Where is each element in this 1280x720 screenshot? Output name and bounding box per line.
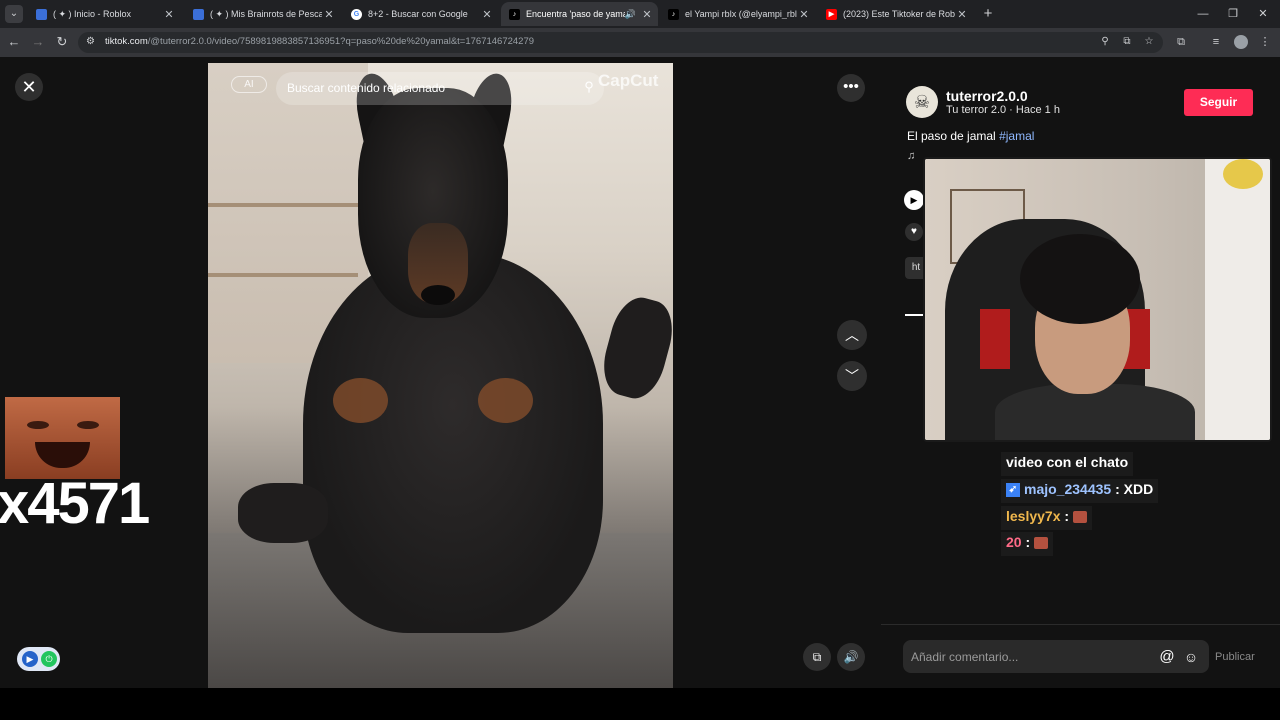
speaker-icon[interactable]: 🔊 (625, 9, 636, 20)
dog-marking (333, 378, 388, 423)
hashtag-link[interactable]: #jamal (999, 129, 1034, 143)
minimize-icon[interactable]: — (1192, 4, 1214, 24)
music-icon[interactable]: ♫ (907, 150, 915, 162)
follow-button[interactable]: Seguir (1184, 89, 1253, 116)
tab-title: 8+2 - Buscar con Google (368, 9, 468, 19)
back-icon[interactable]: ← (5, 33, 23, 51)
zoom-icon[interactable]: ⚲ (1098, 35, 1112, 49)
video-caption: El paso de jamal #jamal (907, 129, 1035, 143)
tiktok-icon: ♪ (509, 8, 520, 20)
meme-mouth (35, 442, 90, 468)
profile-avatar[interactable] (1234, 35, 1248, 49)
tab-bar: ⌄ ( ✦ ) Inicio - Roblox ✕ ( ✦ ) Mis Brai… (0, 0, 1280, 28)
close-tab-icon[interactable]: ✕ (955, 8, 969, 21)
omnibox[interactable]: ⚙ tiktok.com/@tuterror2.0.0/video/758981… (78, 32, 1163, 53)
volume-button[interactable]: 🔊 (837, 643, 865, 671)
bottom-strip (0, 688, 1280, 720)
webcam-background (1223, 159, 1263, 189)
video-background (208, 203, 358, 207)
dog-paw (238, 483, 328, 543)
author-avatar[interactable]: ☠ (906, 86, 938, 118)
address-bar: ← → ↻ ⚙ tiktok.com/@tuterror2.0.0/video/… (0, 28, 1280, 57)
active-tab-indicator (905, 314, 923, 316)
extensions-icon[interactable]: ⧉ (1172, 33, 1190, 51)
tab-tiktok-profile[interactable]: ♪ el Yampi rblx (@elyampi_rblx) | ✕ (660, 2, 815, 26)
play-icon[interactable]: ▶ (904, 190, 924, 210)
tab-roblox-home[interactable]: ( ✦ ) Inicio - Roblox ✕ (28, 2, 180, 26)
dog-marking (478, 378, 533, 423)
close-tab-icon[interactable]: ✕ (640, 8, 654, 21)
url-text[interactable]: tiktok.com/@tuterror2.0.0/video/75898198… (105, 36, 534, 47)
video-background (208, 273, 358, 277)
restore-icon[interactable]: ❐ (1222, 4, 1244, 24)
emote-icon (1034, 537, 1049, 550)
close-window-icon[interactable]: ✕ (1252, 4, 1274, 24)
tab-google[interactable]: G 8+2 - Buscar con Google ✕ (343, 2, 498, 26)
emoji-icon[interactable]: ☺ (1182, 648, 1200, 666)
media-controls-icon[interactable]: ≡ (1207, 33, 1225, 51)
capcut-watermark: CapCut (598, 71, 659, 90)
meme-eye (77, 421, 99, 429)
author-username[interactable]: tuterror2.0.0 (946, 88, 1028, 104)
heart-icon[interactable]: ♥ (905, 223, 923, 241)
webcam-background (1205, 159, 1270, 440)
tab-title: ( ✦ ) Mis Brainrots de Pesca | El (210, 8, 322, 19)
tab-youtube[interactable]: ▶ (2023) Este Tiktoker de Roblox ✕ (818, 2, 973, 26)
previous-video-button[interactable]: ︿ (837, 320, 867, 350)
install-app-icon[interactable]: ⧉ (1120, 35, 1134, 49)
webcam-person (1020, 234, 1140, 324)
author-subline: Tu terror 2.0 · Hace 1 h (946, 104, 1060, 116)
tab-roblox-game[interactable]: ( ✦ ) Mis Brainrots de Pesca | El ✕ (185, 2, 340, 26)
tab-title: ( ✦ ) Inicio - Roblox (53, 8, 132, 19)
extension-icon[interactable]: ▶ (22, 651, 38, 667)
close-tab-icon[interactable]: ✕ (797, 8, 811, 21)
chat-message: leslyy7x : (1001, 506, 1092, 530)
search-icon[interactable]: ⚲ (580, 79, 598, 97)
youtube-icon: ▶ (826, 8, 837, 20)
tab-title: (2023) Este Tiktoker de Roblox (843, 9, 955, 19)
webcam-chair (980, 309, 1010, 369)
close-tab-icon[interactable]: ✕ (480, 8, 494, 21)
publish-button[interactable]: Publicar (1215, 651, 1255, 663)
bookmark-star-icon[interactable]: ☆ (1142, 35, 1156, 49)
power-icon[interactable]: ⏻ (41, 651, 57, 667)
meme-eye (27, 421, 49, 429)
extension-widget[interactable]: ▶ ⏻ (17, 647, 60, 671)
site-info-icon[interactable]: ⚙ (86, 36, 98, 48)
tab-search-button[interactable]: ⌄ (5, 5, 23, 23)
video-player[interactable] (208, 63, 673, 688)
stream-counter: x4571 (0, 471, 150, 536)
tiktok-icon: ♪ (668, 8, 679, 20)
chat-message: video con el chato (1001, 452, 1134, 476)
roblox-icon (36, 8, 47, 20)
forward-icon[interactable]: → (29, 33, 47, 51)
tab-tiktok-search[interactable]: ♪ Encuentra 'paso de yamal' 🔊 ✕ (501, 2, 658, 26)
chat-message: ➹ majo_234435 : XDD (1001, 479, 1159, 503)
close-tab-icon[interactable]: ✕ (322, 8, 336, 21)
tab-title: Encuentra 'paso de yamal' (526, 9, 625, 19)
chat-badge-icon: ➹ (1006, 483, 1020, 498)
dog-paw (596, 291, 673, 405)
related-search-placeholder[interactable]: Buscar contenido relacionado (287, 81, 445, 95)
comment-input[interactable] (911, 649, 1151, 665)
picture-in-picture-button[interactable]: ⧉ (803, 643, 831, 671)
google-icon: G (351, 8, 362, 20)
reload-icon[interactable]: ↻ (53, 33, 71, 51)
close-tab-icon[interactable]: ✕ (162, 8, 176, 21)
next-video-button[interactable]: ﹀ (837, 361, 867, 391)
chat-message: 20 : (1001, 532, 1054, 556)
webcam-overlay (923, 157, 1272, 442)
roblox-icon (193, 8, 204, 20)
divider (881, 624, 1280, 625)
new-tab-button[interactable]: + (982, 4, 994, 24)
emote-icon (1072, 511, 1087, 524)
more-options-button[interactable]: ••• (837, 74, 865, 102)
browser-menu-icon[interactable]: ⋮ (1256, 33, 1274, 51)
mention-icon[interactable]: @ (1158, 648, 1176, 666)
dog-nose (421, 285, 455, 305)
meme-face-overlay (5, 397, 120, 479)
close-video-button[interactable]: ✕ (15, 73, 43, 101)
ai-badge[interactable]: AI (231, 76, 267, 93)
tab-title: el Yampi rblx (@elyampi_rblx) | (685, 9, 797, 19)
